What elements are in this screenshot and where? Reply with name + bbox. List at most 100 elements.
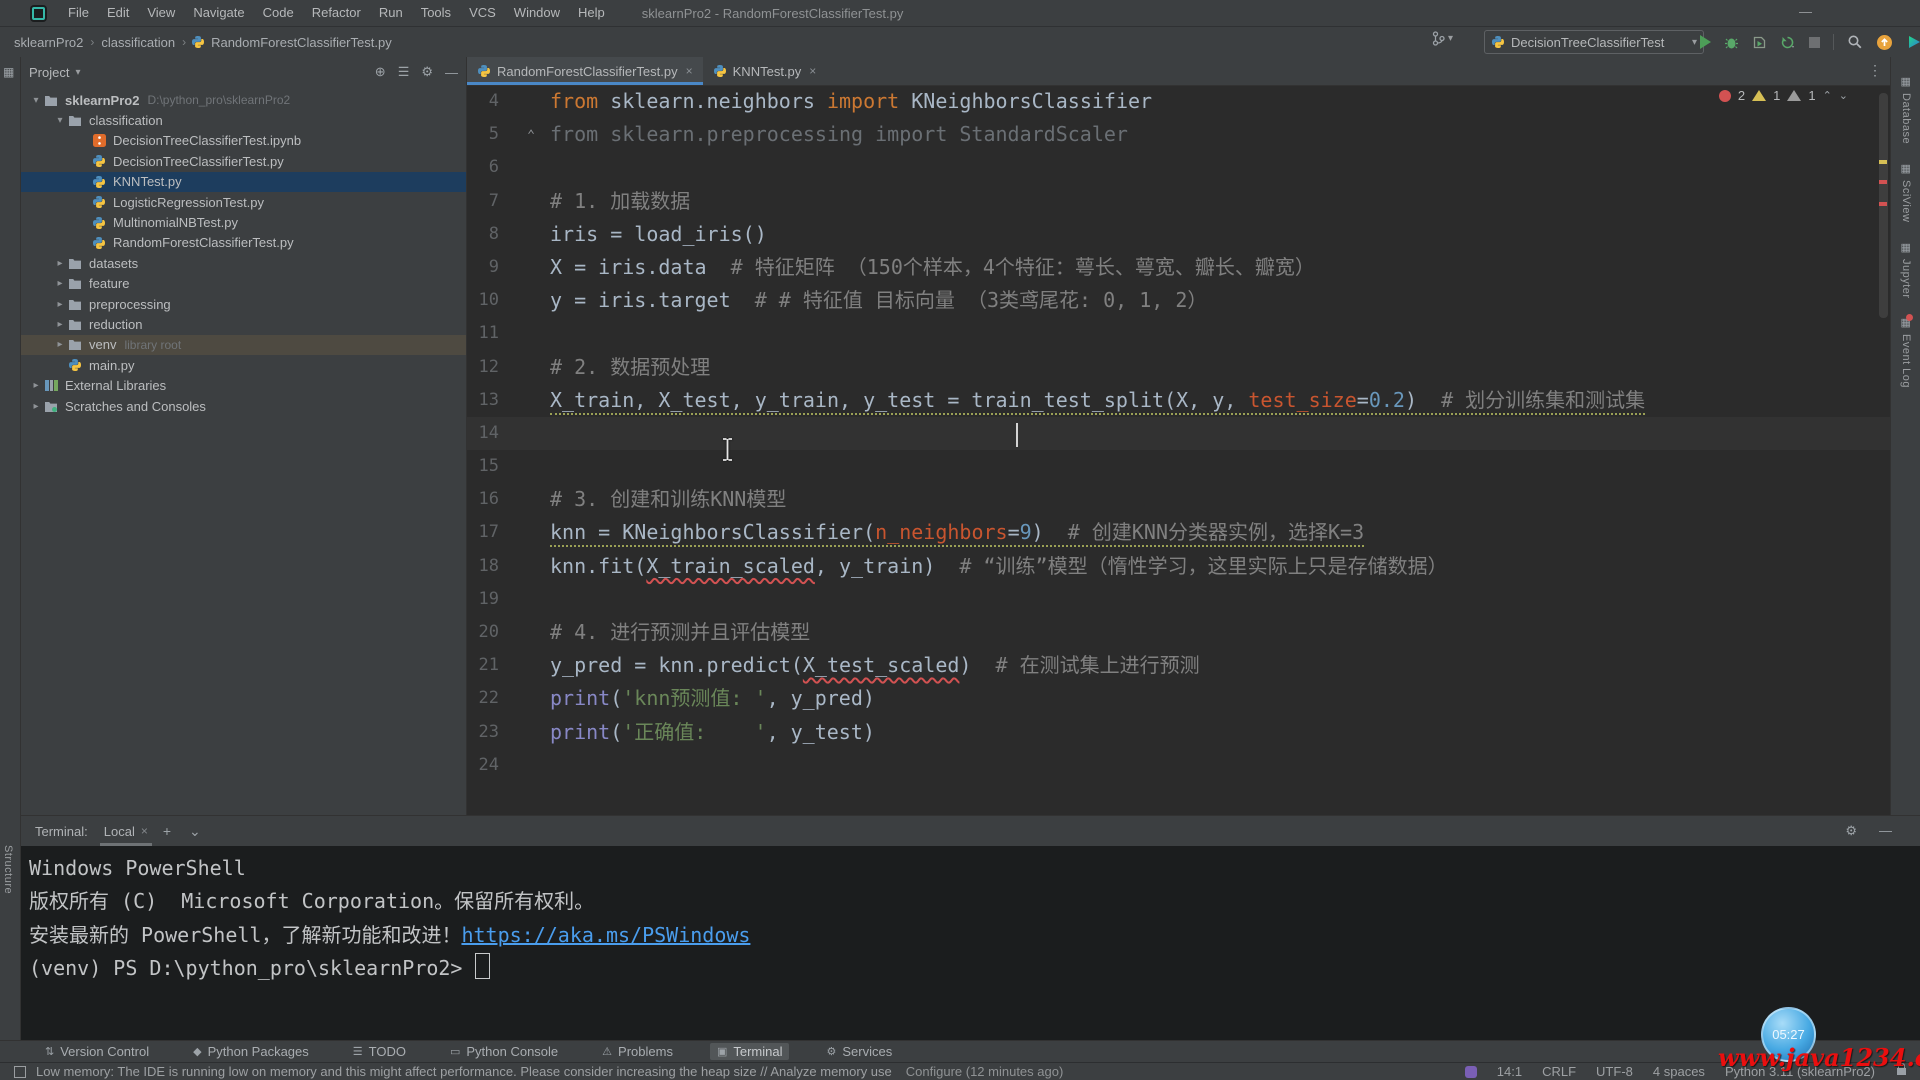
tool-window-button-terminal[interactable]: ▣Terminal [710, 1043, 790, 1060]
menu-refactor[interactable]: Refactor [303, 5, 370, 20]
new-terminal-button[interactable]: + [154, 823, 180, 839]
menu-window[interactable]: Window [505, 5, 569, 20]
code-line-23[interactable]: 23print('正确值: ', y_test) [467, 716, 1890, 749]
tree-item-scratches-and-consoles[interactable]: ▸Scratches and Consoles [21, 396, 466, 416]
menu-run[interactable]: Run [370, 5, 412, 20]
stop-button[interactable] [1809, 37, 1820, 48]
low-memory-configure-link[interactable]: Configure (12 minutes ago) [906, 1064, 1064, 1079]
tree-chevron-icon[interactable]: ▸ [53, 339, 67, 350]
stripe-error-mark[interactable] [1879, 202, 1887, 206]
menu-vcs[interactable]: VCS [460, 5, 505, 20]
breadcrumb-item[interactable]: classification [99, 35, 177, 50]
code-line-16[interactable]: 16# 3. 创建和训练KNN模型 [467, 483, 1890, 516]
git-branch-widget[interactable]: ▾ [1432, 31, 1453, 46]
code-line-17[interactable]: 17knn = KNeighborsClassifier(n_neighbors… [467, 516, 1890, 549]
tool-stripe-event-log[interactable]: ▦Event Log [1898, 316, 1914, 388]
tree-item-randomforestclassifiertest-py[interactable]: RandomForestClassifierTest.py [21, 233, 466, 253]
minimize-button[interactable]: — [1791, 0, 1820, 24]
code-line-8[interactable]: 8iris = load_iris() [467, 218, 1890, 251]
code-line-18[interactable]: 18knn.fit(X_train_scaled, y_train) # “训练… [467, 550, 1890, 583]
tree-item-decisiontreeclassifiertest-ipynb[interactable]: DecisionTreeClassifierTest.ipynb [21, 131, 466, 151]
tree-item-main-py[interactable]: main.py [21, 355, 466, 375]
file-encoding[interactable]: UTF-8 [1596, 1064, 1633, 1079]
run-button[interactable] [1700, 35, 1711, 49]
code-line-10[interactable]: 10y = iris.target # # 特征值 目标向量 （3类鸢尾花: 0… [467, 284, 1890, 317]
tool-window-button-python-console[interactable]: ▭Python Console [443, 1043, 565, 1060]
run-configuration-select[interactable]: DecisionTreeClassifierTest ▾ [1484, 30, 1704, 54]
tree-chevron-icon[interactable]: ▾ [29, 95, 43, 106]
menu-navigate[interactable]: Navigate [184, 5, 253, 20]
terminal-output[interactable]: Windows PowerShell版权所有 (C) Microsoft Cor… [21, 846, 1920, 986]
tree-item-knntest-py[interactable]: KNNTest.py [21, 172, 466, 192]
code-line-24[interactable]: 24 [467, 749, 1890, 782]
menu-code[interactable]: Code [254, 5, 303, 20]
run-with-coverage-button[interactable] [1752, 35, 1767, 50]
code-editor[interactable]: 2 1 1 ⌃ ⌄ 4from sklearn.neighbors import… [467, 85, 1890, 815]
project-stripe-icon[interactable]: ▦ [3, 65, 14, 79]
line-separator[interactable]: CRLF [1542, 1064, 1576, 1079]
tool-window-button-todo[interactable]: ☰TODO [346, 1043, 413, 1060]
menu-help[interactable]: Help [569, 5, 614, 20]
chevron-down-icon[interactable]: ▾ [75, 67, 80, 78]
terminal-settings-gear-icon[interactable]: ⚙ [1845, 823, 1857, 839]
terminal-panel-title[interactable]: Terminal: [25, 824, 98, 839]
update-available-icon[interactable] [1876, 34, 1893, 51]
code-line-9[interactable]: 9X = iris.data # 特征矩阵 （150个样本，4个特征：萼长、萼宽… [467, 251, 1890, 284]
editor-tab-knntest-py[interactable]: KNNTest.py× [703, 57, 827, 85]
tree-item-sklearnpro2[interactable]: ▾sklearnPro2D:\python_pro\sklearnPro2 [21, 90, 466, 110]
tree-chevron-icon[interactable]: ▸ [53, 258, 67, 269]
tool-window-button-version-control[interactable]: ⇅Version Control [38, 1043, 156, 1060]
debug-button[interactable] [1724, 35, 1739, 50]
tool-window-button-services[interactable]: ⚙Services [819, 1043, 899, 1060]
tree-chevron-icon[interactable]: ▸ [29, 401, 43, 412]
close-icon[interactable]: × [686, 64, 693, 78]
code-line-5[interactable]: 5⌃from sklearn.preprocessing import Stan… [467, 118, 1890, 151]
tab-options-icon[interactable]: ⋮ [1868, 62, 1882, 79]
tree-item-feature[interactable]: ▸feature [21, 274, 466, 294]
search-everywhere-icon[interactable] [1847, 34, 1863, 50]
fold-marker-icon[interactable]: ⌃ [527, 119, 535, 152]
locate-file-icon[interactable]: ⊕ [375, 64, 386, 80]
tree-item-reduction[interactable]: ▸reduction [21, 314, 466, 334]
terminal-dropdown-icon[interactable]: ⌄ [180, 823, 210, 840]
indent-style[interactable]: 4 spaces [1653, 1064, 1705, 1079]
tree-item-multinomialnbtest-py[interactable]: MultinomialNBTest.py [21, 212, 466, 232]
code-line-7[interactable]: 7# 1. 加载数据 [467, 185, 1890, 218]
tree-chevron-icon[interactable]: ▾ [53, 115, 67, 126]
code-line-19[interactable]: 19 [467, 583, 1890, 616]
menu-view[interactable]: View [138, 5, 184, 20]
tool-window-button-python-packages[interactable]: ◆Python Packages [186, 1043, 316, 1060]
memory-indicator-icon[interactable] [1465, 1066, 1477, 1078]
collapse-all-icon[interactable]: ☰ [398, 64, 410, 80]
stripe-warning-mark[interactable] [1879, 160, 1887, 164]
tree-chevron-icon[interactable]: ▸ [53, 278, 67, 289]
terminal-link[interactable]: https://aka.ms/PSWindows [461, 923, 750, 947]
code-line-13[interactable]: 13X_train, X_test, y_train, y_test = tra… [467, 384, 1890, 417]
tree-chevron-icon[interactable]: ▸ [53, 319, 67, 330]
terminal-tab-local[interactable]: Local × [98, 816, 154, 846]
gradient-play-icon[interactable] [1906, 34, 1920, 50]
caret-position[interactable]: 14:1 [1497, 1064, 1522, 1079]
tree-item-classification[interactable]: ▾classification [21, 110, 466, 130]
code-line-14[interactable]: 14 [467, 417, 1890, 450]
code-line-12[interactable]: 12# 2. 数据预处理 [467, 351, 1890, 384]
tree-item-venv[interactable]: ▸venvlibrary root [21, 335, 466, 355]
tool-stripe-structure[interactable]: Structure [2, 845, 14, 894]
code-line-11[interactable]: 11 [467, 317, 1890, 350]
tool-stripe-sciview[interactable]: ▦SciView [1898, 162, 1914, 222]
low-memory-message[interactable]: Low memory: The IDE is running low on me… [36, 1064, 892, 1079]
tree-item-external-libraries[interactable]: ▸External Libraries [21, 375, 466, 395]
tree-item-logisticregressiontest-py[interactable]: LogisticRegressionTest.py [21, 192, 466, 212]
tool-stripe-database[interactable]: ▦Database [1898, 75, 1914, 144]
menu-tools[interactable]: Tools [412, 5, 460, 20]
tree-item-datasets[interactable]: ▸datasets [21, 253, 466, 273]
code-line-22[interactable]: 22print('knn预测值: ', y_pred) [467, 682, 1890, 715]
code-line-21[interactable]: 21y_pred = knn.predict(X_test_scaled) # … [467, 649, 1890, 682]
breadcrumb-item[interactable]: RandomForestClassifierTest.py [209, 35, 394, 50]
editor-tab-randomforestclassifiertest-py[interactable]: RandomForestClassifierTest.py× [467, 57, 703, 85]
settings-gear-icon[interactable]: ⚙ [421, 64, 433, 80]
profiler-button[interactable] [1780, 35, 1796, 50]
terminal-hide-icon[interactable]: — [1879, 823, 1892, 839]
code-line-15[interactable]: 15 [467, 450, 1890, 483]
code-line-20[interactable]: 20# 4. 进行预测并且评估模型 [467, 616, 1890, 649]
